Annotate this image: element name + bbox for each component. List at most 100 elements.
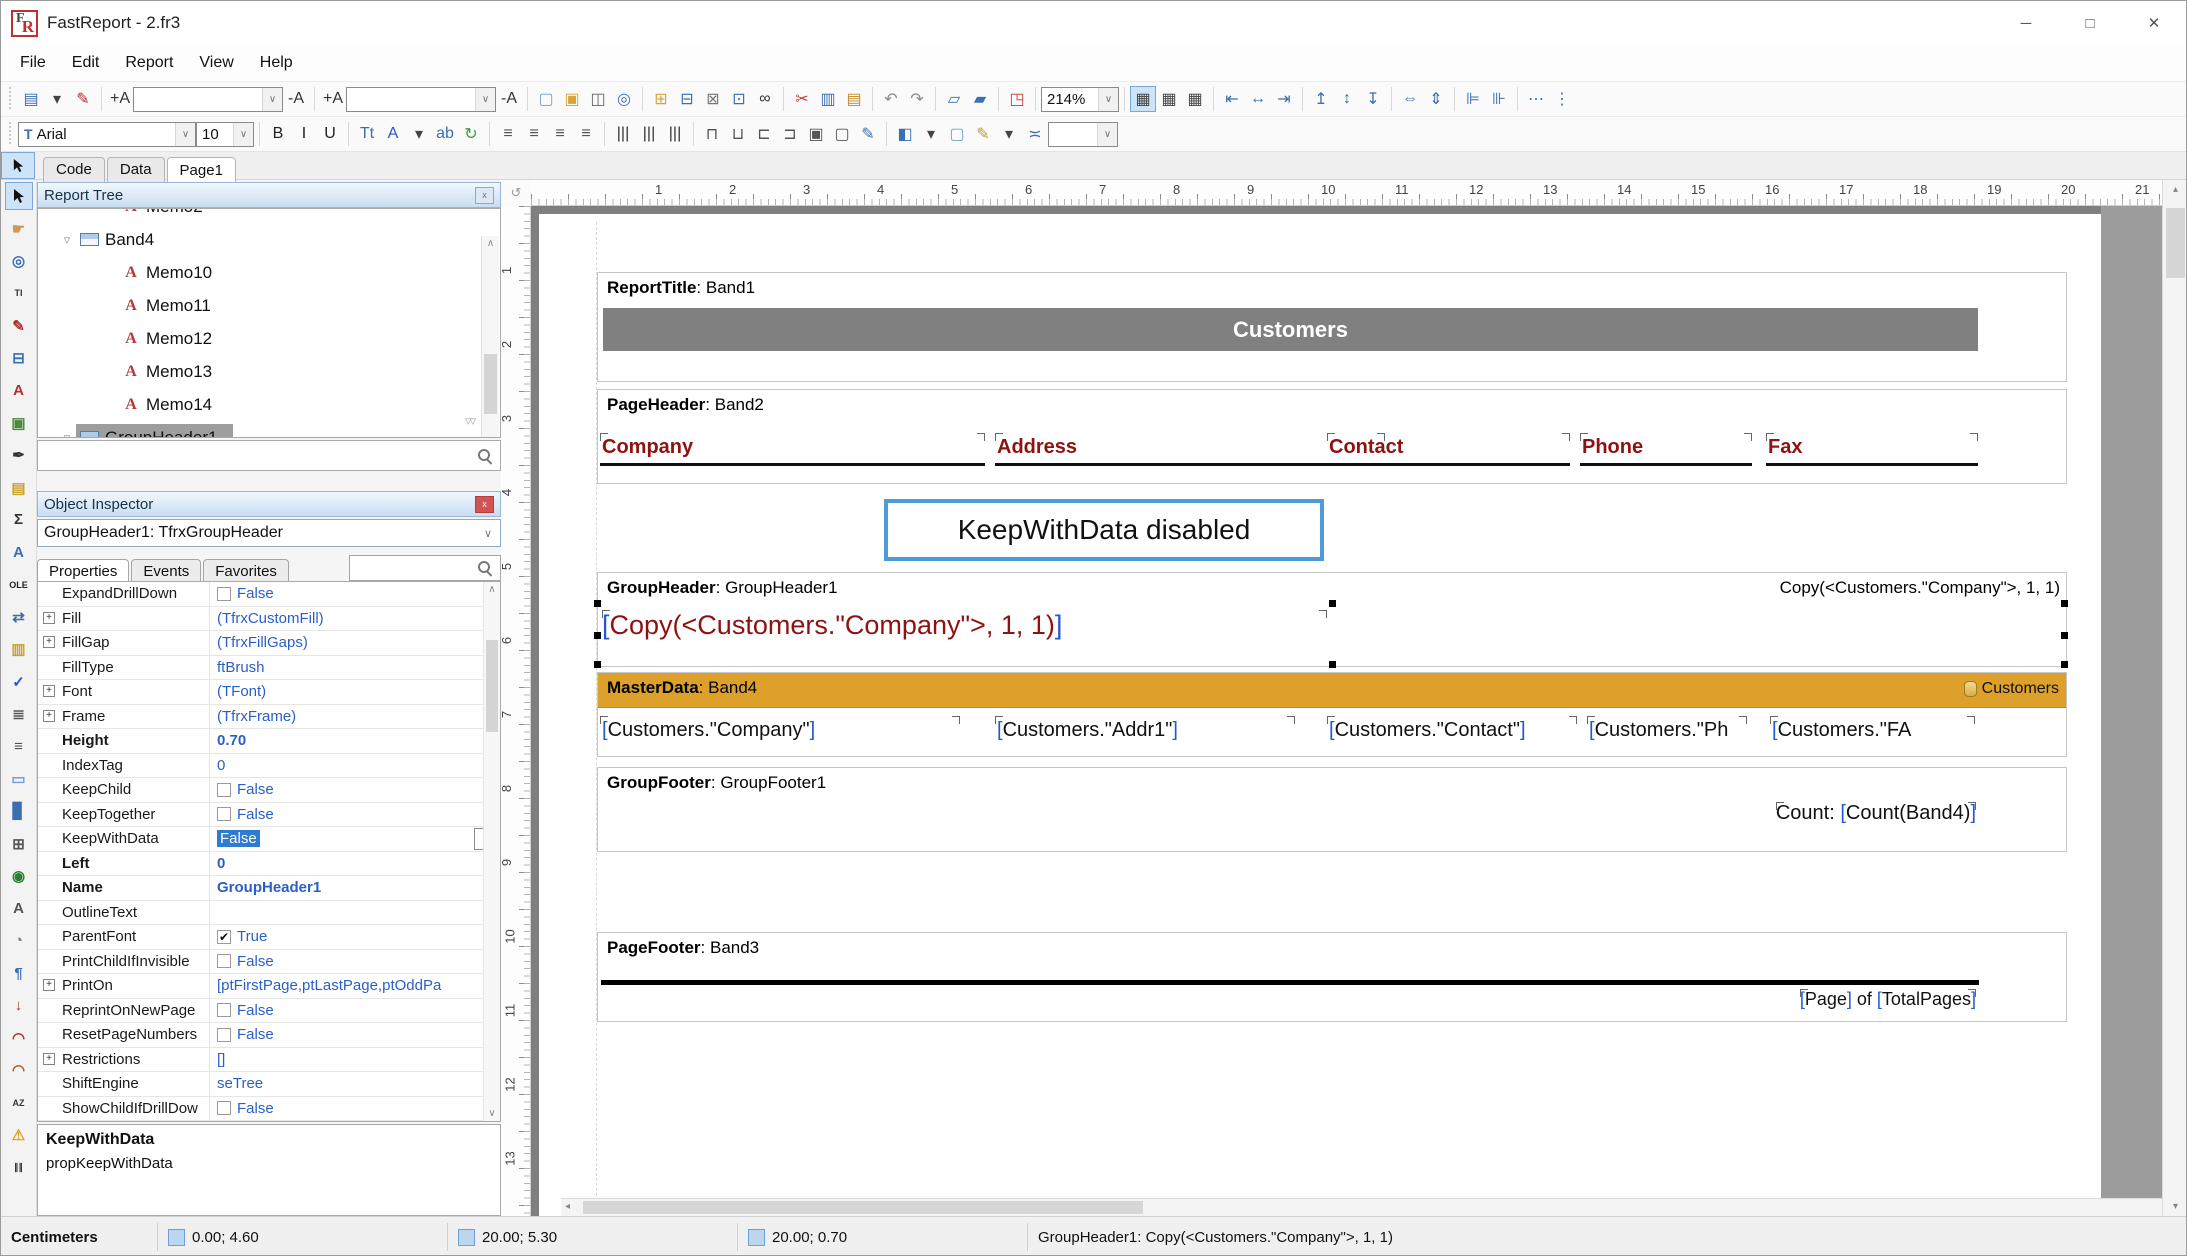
pdf-object-icon[interactable]: ↓ [5,992,33,1020]
expand-plus-icon[interactable]: + [43,979,55,991]
remove-style-icon[interactable]: -A [283,86,309,112]
report-title-memo[interactable]: Customers [603,308,1978,351]
property-value[interactable]: (TfrxCustomFill) [210,610,500,627]
subreport-object-icon[interactable]: ▤ [5,474,33,502]
delete-page-icon[interactable]: ⊠ [700,86,726,112]
selection-handle[interactable] [2061,600,2068,607]
barcode-object-icon[interactable]: ∥∥ [5,1153,33,1181]
font-settings-icon[interactable]: Tt [354,121,380,147]
column-header-phone[interactable]: Phone [1580,433,1752,466]
frame-edit-icon[interactable]: ✎ [855,121,881,147]
page-header-band[interactable]: PageHeader: Band2 CompanyAddressContactP… [597,389,2067,484]
data-field-memo[interactable]: [Customers."Contact"] [1327,716,1577,745]
property-value[interactable]: False [210,806,500,823]
align-lefts-icon[interactable]: ⇤ [1219,86,1245,112]
group-header-band[interactable]: GroupHeader: GroupHeader1 Copy(<Customer… [597,572,2067,667]
group-objects-icon[interactable]: ▱ [941,86,967,112]
column-header-fax[interactable]: Fax [1766,433,1978,466]
overlap-warning-icon[interactable]: ⚠ [5,1121,33,1149]
expand-plus-icon[interactable]: + [43,710,55,722]
gauge-object-icon[interactable]: ◔ [5,927,33,955]
horizontal-scrollbar-thumb[interactable] [583,1201,1143,1214]
ungroup-objects-icon[interactable]: ▰ [967,86,993,112]
count-memo[interactable]: Count: [Count(Band4)] [1776,802,1976,825]
data-field-memo[interactable]: [Customers."FA [1770,716,1975,745]
center-vertically-icon[interactable]: ⇕ [1423,86,1449,112]
checkbox-icon[interactable] [217,807,231,821]
align-tops-icon[interactable]: ↥ [1308,86,1334,112]
tab-data[interactable]: Data [107,157,165,182]
inspector-tab-favorites[interactable]: Favorites [203,559,289,583]
property-value[interactable]: False [210,585,500,602]
same-width-icon[interactable]: ⊫ [1460,86,1486,112]
undo-icon[interactable]: ↶ [878,86,904,112]
same-height-icon[interactable]: ⊪ [1486,86,1512,112]
frame-all-icon[interactable]: ▣ [803,121,829,147]
text-object-icon[interactable]: A [5,376,33,404]
open-report-icon[interactable]: ▣ [559,86,585,112]
tab-code[interactable]: Code [43,157,105,182]
italic-button[interactable]: I [291,121,317,147]
text-style-combo[interactable]: ∨ [346,87,496,112]
line-color-icon[interactable]: ✎ [970,121,996,147]
rotate-45-icon[interactable]: ||| [636,121,662,147]
property-value[interactable]: seTree [210,1075,500,1092]
checkbox-object-icon[interactable]: ✓ [5,668,33,696]
scroll-down-icon[interactable]: ∨ [484,1108,500,1119]
align-bottoms-icon[interactable]: ↧ [1360,86,1386,112]
close-button[interactable]: ✕ [2122,1,2186,45]
new-report-icon[interactable]: ▢ [533,86,559,112]
hand-tool-icon[interactable]: ☛ [5,215,33,243]
align-right-icon[interactable]: ≡ [547,121,573,147]
tree-collapse-icon[interactable]: ▿▿ [465,413,474,429]
property-value[interactable]: 0 [210,855,500,872]
chart-object-icon[interactable]: ▊ [5,797,33,825]
property-value[interactable]: [ptFirstPage,ptLastPage,ptOddPa [210,977,500,994]
richtext-object-icon[interactable]: ¶ [5,959,33,987]
data-field-memo[interactable]: [Customers."Company"] [600,716,960,745]
preview-icon[interactable]: ◎ [611,86,637,112]
sum-object-icon[interactable]: Σ [5,506,33,534]
remove-text-style-icon[interactable]: -A [496,86,522,112]
tree-scrollbar[interactable]: ∧ ∨ [481,236,499,438]
find-icon[interactable]: ∞ [752,86,778,112]
line-width-combo[interactable]: ∨ [1048,122,1118,147]
save-report-icon[interactable]: ◫ [585,86,611,112]
checkbox-icon[interactable] [217,1028,231,1042]
shape-object-icon[interactable]: ▭ [5,765,33,793]
show-overlaps-icon[interactable]: ◳ [1004,86,1030,112]
inspector-scrollbar[interactable]: ∧ ∨ [483,582,500,1121]
zoom-tool-icon[interactable]: ◎ [5,247,33,275]
format-painter-icon[interactable]: ✎ [5,312,33,340]
fill-color-icon[interactable]: ◧ [892,121,918,147]
report-title-band[interactable]: ReportTitle: Band1 Customers [597,272,2067,382]
background-color-icon[interactable]: ▢ [944,121,970,147]
selection-handle[interactable] [1329,661,1336,668]
property-value[interactable]: False [210,1100,500,1117]
zoom-combo[interactable]: 214%∨ [1041,87,1119,112]
footer-line-object[interactable] [601,980,1979,985]
tree-item-memo12[interactable]: AMemo12 [38,322,500,355]
chevron-down-icon[interactable]: ∨ [262,88,282,111]
band-tool-icon[interactable]: ⊟ [5,344,33,372]
group-footer-band[interactable]: GroupFooter: GroupFooter1 Count: [Count(… [597,767,2067,852]
menu-edit[interactable]: Edit [59,46,113,80]
horizontal-scrollbar[interactable]: ◂ ▸ [561,1198,2187,1216]
font-name-combo[interactable]: TArial∨ [18,122,196,147]
property-value[interactable]: (TfrxFrame) [210,708,500,725]
rotate-90-icon[interactable]: ||| [610,121,636,147]
selected-object-combo[interactable]: GroupHeader1: TfrxGroupHeader ∨ [37,519,501,547]
cut-icon[interactable]: ✂ [789,86,815,112]
scroll-up-icon[interactable]: ▴ [2163,184,2187,195]
tab-page1[interactable]: Page1 [167,157,236,183]
menu-help[interactable]: Help [247,46,306,80]
highlight-icon[interactable]: ab [432,121,458,147]
scroll-down-icon[interactable]: ▾ [2163,1201,2187,1212]
object-inspector-close-icon[interactable]: x [475,496,494,513]
expand-plus-icon[interactable]: + [43,636,55,648]
db-fields-icon[interactable]: ⇄ [5,603,33,631]
redo-icon[interactable]: ↷ [904,86,930,112]
gauge-arc-icon[interactable]: ◠ [5,1024,33,1052]
add-style-icon[interactable]: +A [107,86,133,112]
property-value[interactable]: False [210,781,500,798]
